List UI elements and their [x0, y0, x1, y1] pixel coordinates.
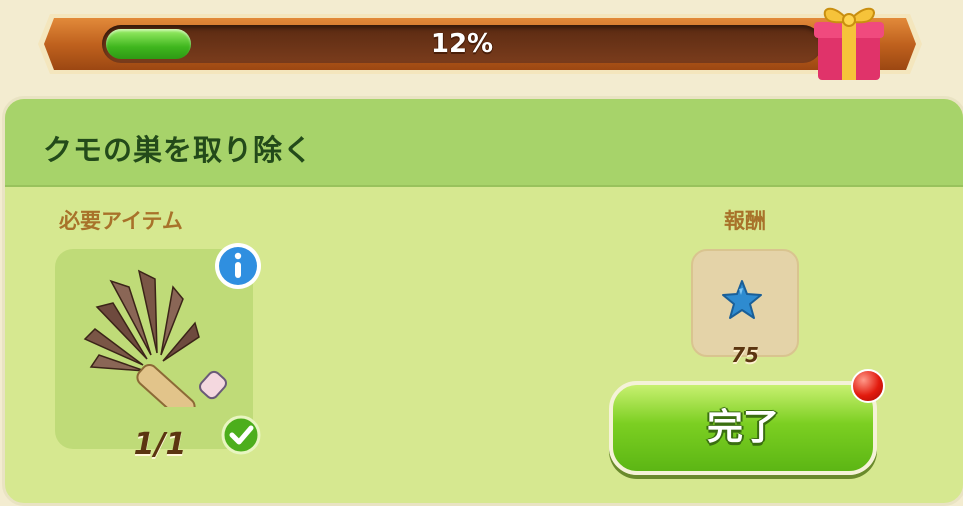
reward-label: 報酬 — [724, 209, 766, 233]
progress-percent-label: 12% — [430, 29, 494, 59]
info-icon[interactable] — [213, 241, 263, 291]
checkmark-icon — [221, 415, 261, 455]
quest-card: クモの巣を取り除く 必要アイテム 1/1 報酬 75 完了 — [2, 96, 963, 506]
progress-track: 12% — [102, 25, 822, 63]
complete-button[interactable]: 完了 — [609, 381, 877, 475]
quest-progress-banner: 12% — [36, 10, 924, 78]
complete-button-label: 完了 — [706, 407, 779, 448]
required-items-label: 必要アイテム — [59, 209, 183, 233]
gift-box-icon[interactable] — [800, 0, 896, 84]
notification-dot — [851, 369, 885, 403]
blue-star-icon — [717, 275, 767, 325]
reward-amount: 75 — [731, 343, 759, 367]
required-item-count: 1/1 — [133, 427, 187, 462]
quest-title: クモの巣を取り除く — [43, 133, 314, 167]
quest-card-header: クモの巣を取り除く — [5, 99, 963, 187]
